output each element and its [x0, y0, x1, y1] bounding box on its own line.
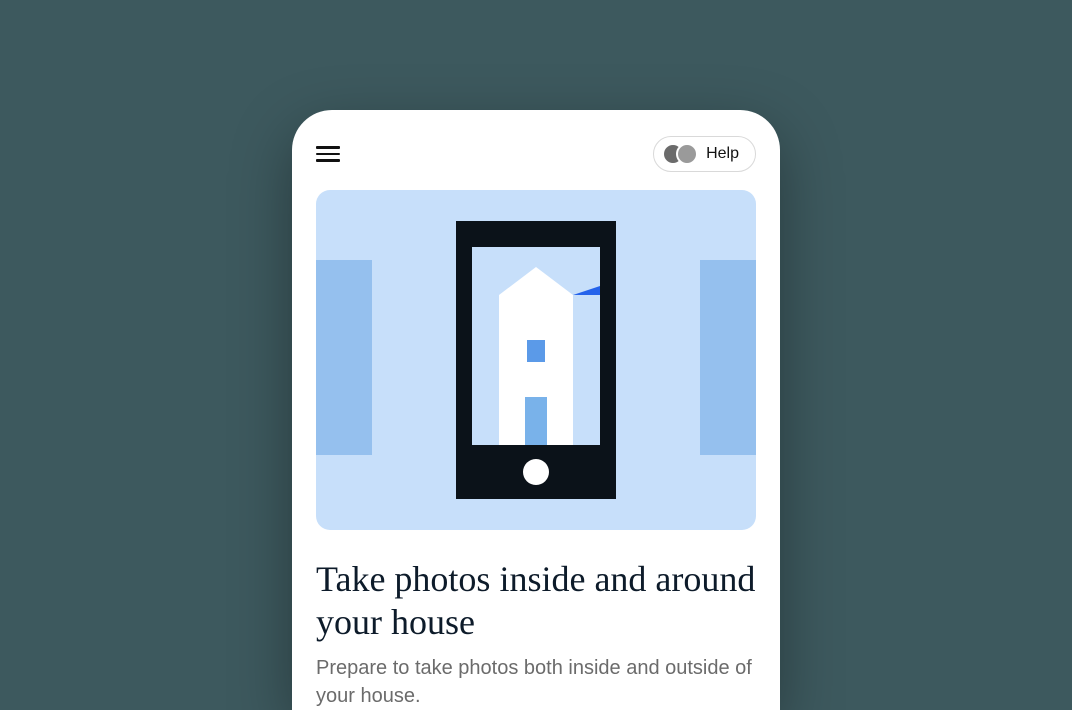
phone-house-illustration: [316, 190, 756, 530]
roof-accent-icon: [573, 281, 600, 295]
house-icon: [499, 295, 573, 445]
help-button[interactable]: Help: [653, 136, 756, 172]
phone-screen: [472, 247, 600, 445]
illustration-block: [316, 260, 372, 455]
door-icon: [525, 397, 547, 445]
menu-icon[interactable]: [316, 146, 340, 162]
phone-icon: [456, 221, 616, 499]
illustration-block: [700, 260, 756, 455]
content: Take photos inside and around your house…: [292, 190, 780, 710]
header: Help: [292, 110, 780, 190]
avatar-icon: [676, 143, 698, 165]
roof-icon: [499, 267, 573, 295]
avatar-cluster: [662, 143, 698, 165]
page-subtitle: Prepare to take photos both inside and o…: [316, 654, 756, 710]
home-button-icon: [523, 459, 549, 485]
phone-frame: Help Take photos inside and around yo: [292, 110, 780, 710]
help-label: Help: [706, 145, 739, 163]
page-title: Take photos inside and around your house: [316, 558, 756, 644]
window-icon: [527, 340, 545, 362]
